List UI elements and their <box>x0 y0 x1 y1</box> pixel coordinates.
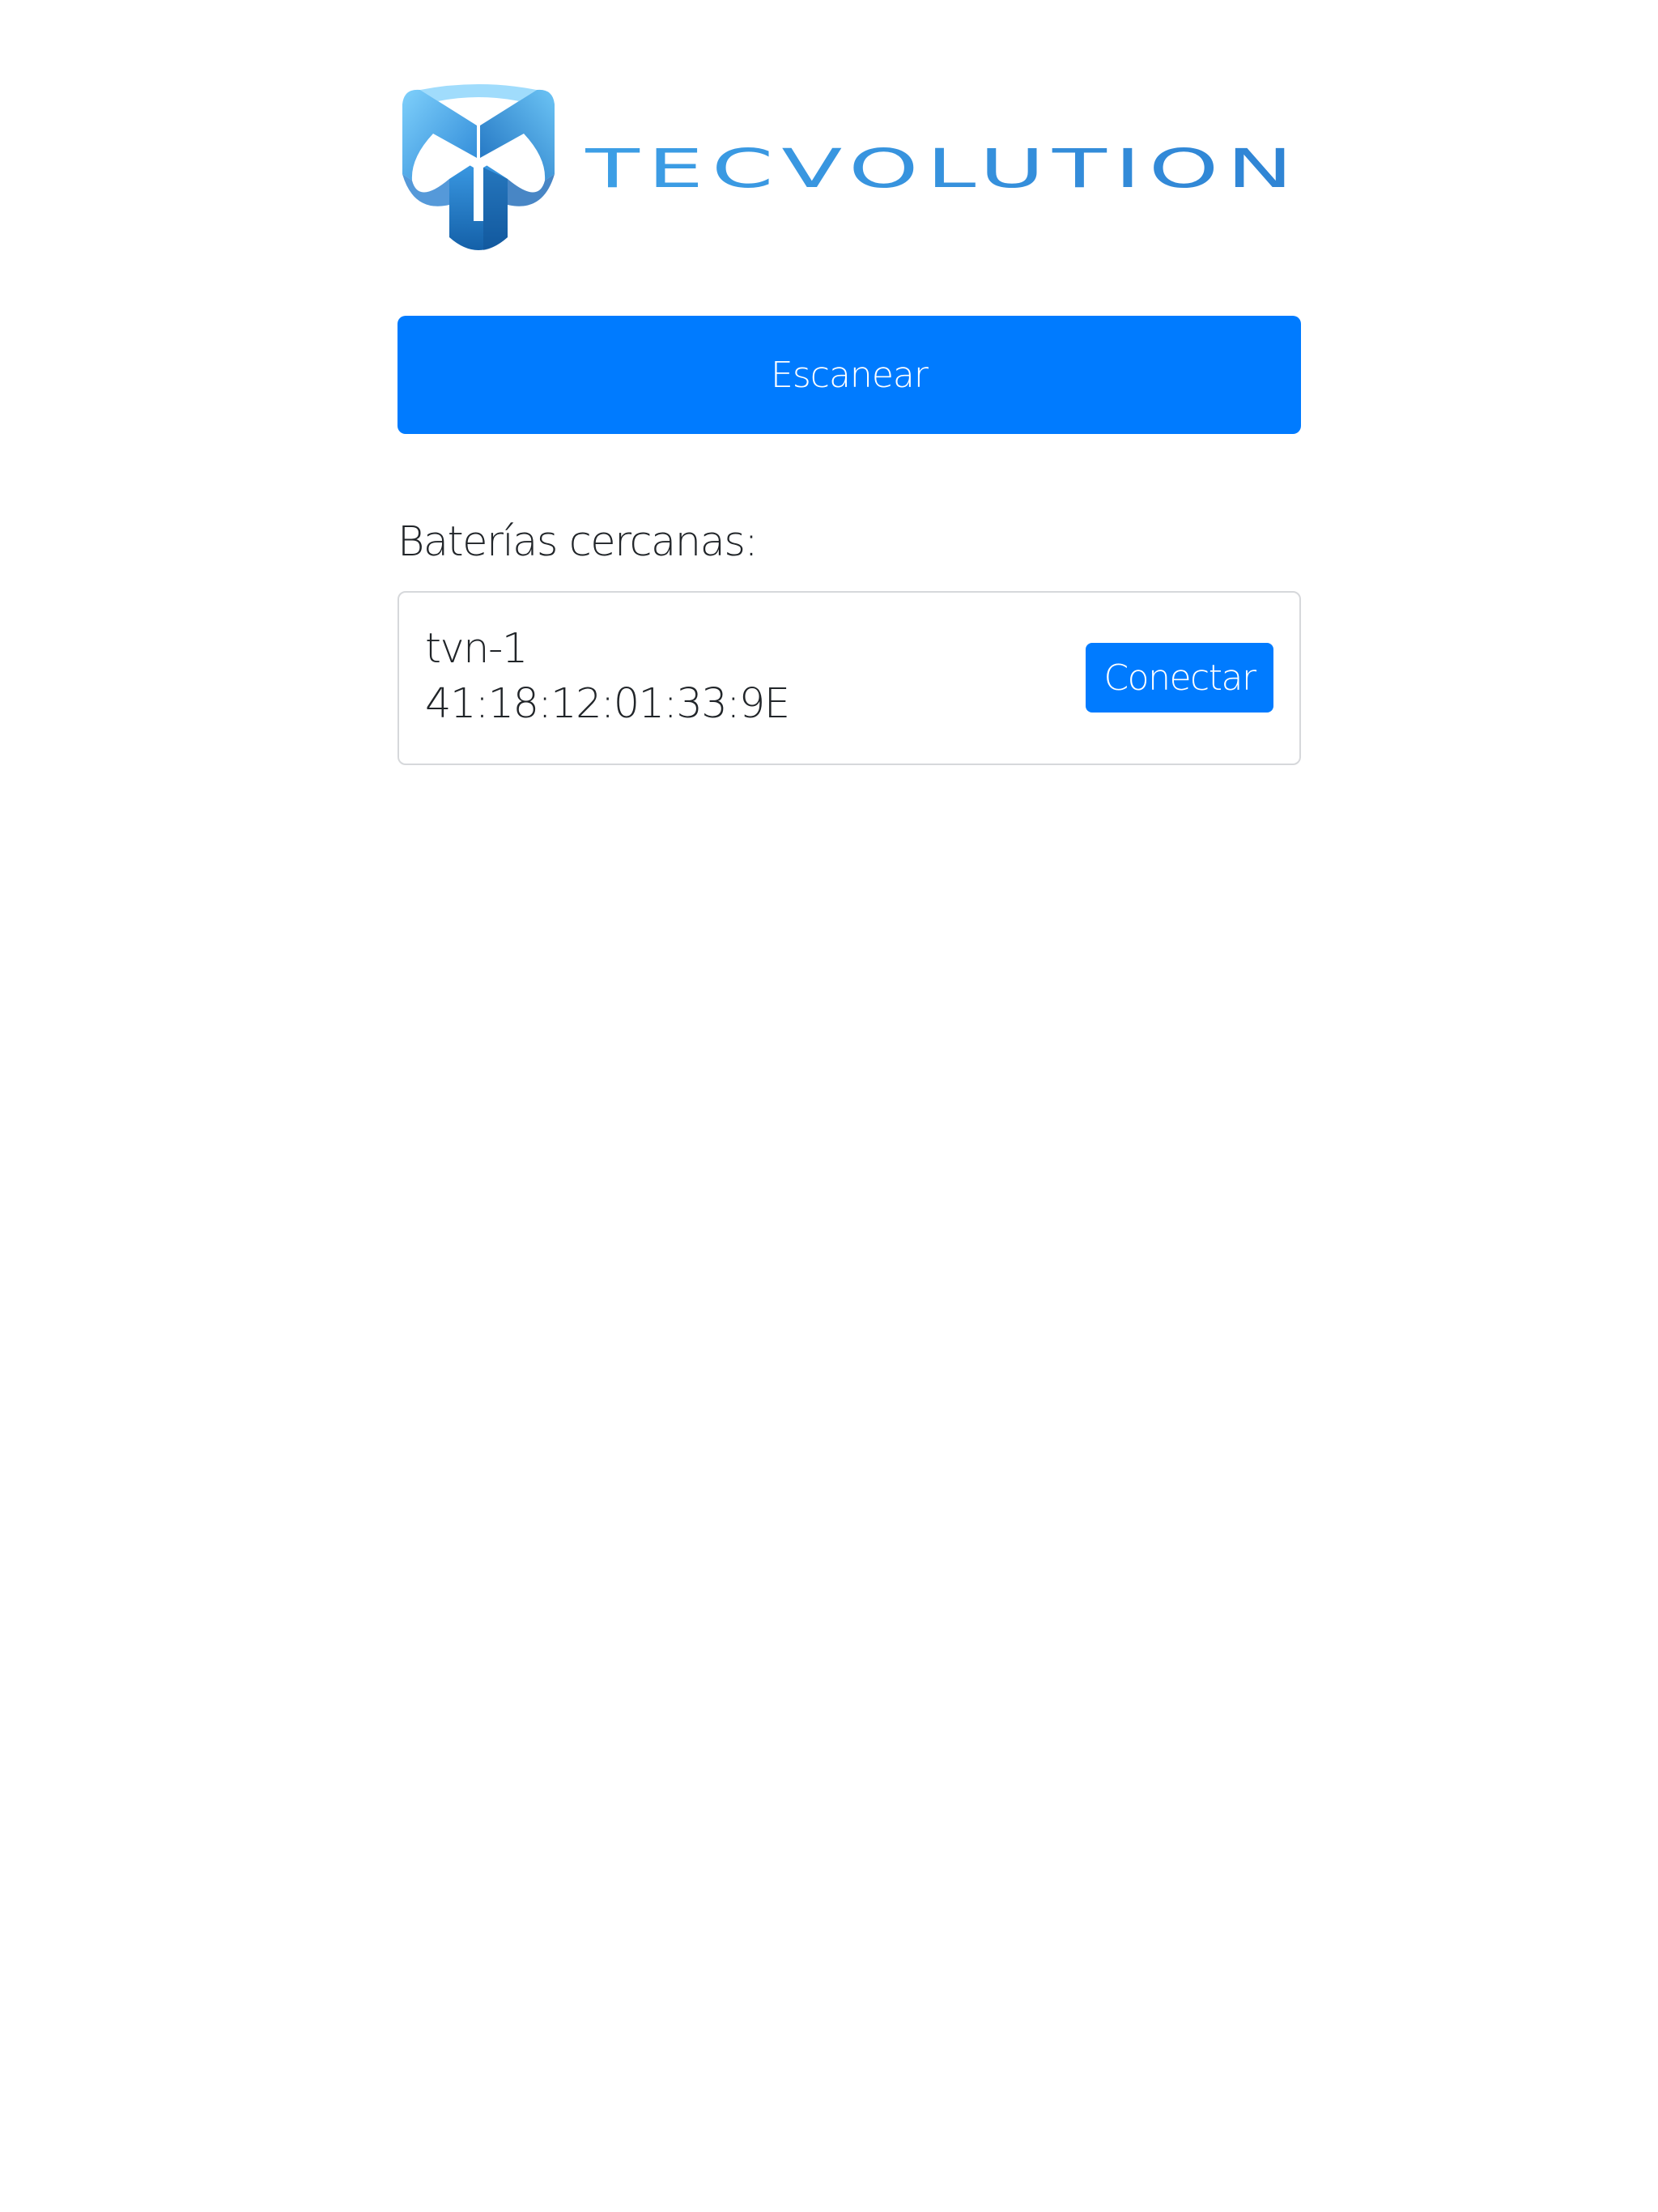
device-address: 41:18:12:01:33:9E <box>425 680 790 728</box>
device-list: tvn-1 41:18:12:01:33:9E Conectar <box>397 591 1301 765</box>
connect-button[interactable]: Conectar <box>1086 643 1273 713</box>
brand-logo: TECVOLUTION <box>397 83 1301 260</box>
list-item: tvn-1 41:18:12:01:33:9E Conectar <box>399 593 1299 764</box>
device-name: tvn-1 <box>425 625 528 673</box>
tecvolution-cube-logo-icon <box>402 84 555 250</box>
nearby-batteries-heading: Baterías cercanas: <box>397 518 759 566</box>
scan-button[interactable]: Escanear <box>397 316 1301 434</box>
app-screen: TECVOLUTION Escanear Baterías cercanas: … <box>0 0 1658 2212</box>
brand-name: TECVOLUTION <box>585 145 1301 194</box>
tecvolution-wordmark: TECVOLUTION <box>585 145 1301 194</box>
